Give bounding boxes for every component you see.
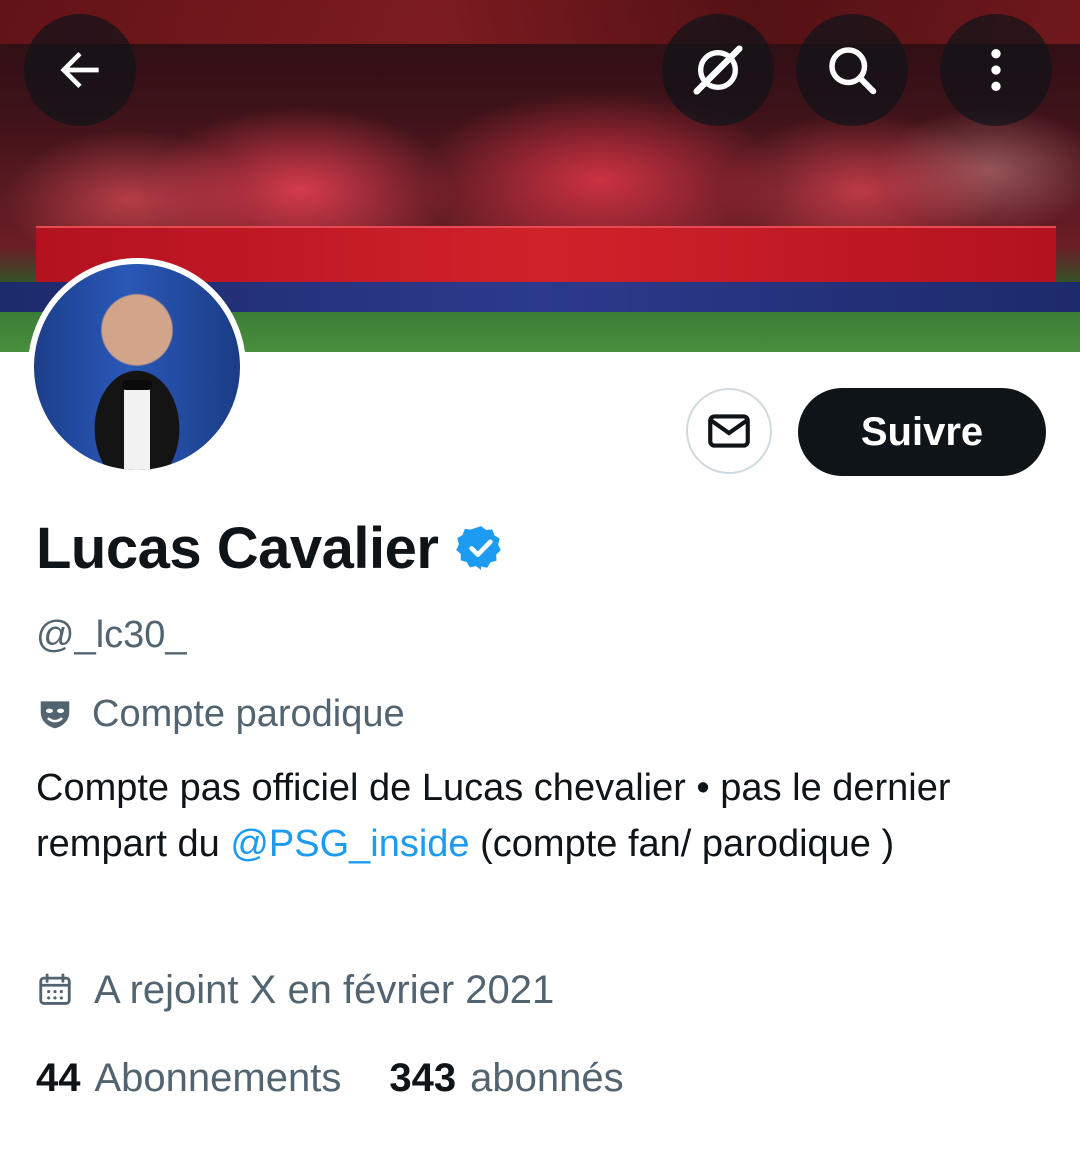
grok-icon <box>693 45 743 95</box>
followers-link[interactable]: 343 abonnés <box>389 1056 623 1101</box>
more-button[interactable] <box>940 14 1052 126</box>
display-name: Lucas Cavalier <box>36 515 439 581</box>
banner-smoke-crowd <box>0 20 1080 250</box>
profile-handle: @_lc30_ <box>36 614 187 656</box>
mail-icon <box>708 414 750 448</box>
mask-icon <box>40 701 70 729</box>
profile-name-row: Lucas Cavalier <box>36 512 506 584</box>
calendar-icon <box>39 973 71 1005</box>
joined-date-row: A rejoint X en février 2021 <box>36 964 554 1016</box>
parody-label: Compte parodique <box>92 692 405 735</box>
following-count: 44 <box>36 1055 81 1100</box>
search-button[interactable] <box>796 14 908 126</box>
following-label: Abonnements <box>94 1055 342 1100</box>
back-button[interactable] <box>24 14 136 126</box>
joined-date: A rejoint X en février 2021 <box>94 967 555 1012</box>
avatar-bowtie <box>122 380 152 390</box>
avatar[interactable] <box>28 258 246 476</box>
profile-stats: 44 Abonnements 343 abonnés <box>36 1050 624 1106</box>
bio-mention-link[interactable]: @PSG_inside <box>230 823 469 865</box>
avatar-shirt <box>124 382 150 470</box>
profile-bio: Compte pas officiel de Lucas chevalier •… <box>36 760 1036 872</box>
follow-button[interactable]: Suivre <box>798 388 1046 476</box>
bio-text-end: (compte fan/ parodique ) <box>469 823 895 865</box>
following-link[interactable]: 44 Abonnements <box>36 1056 341 1101</box>
search-icon <box>829 47 877 95</box>
more-vertical-icon <box>991 49 1001 91</box>
message-button[interactable] <box>686 388 772 474</box>
followers-count: 343 <box>389 1055 457 1100</box>
parody-label-row[interactable]: Compte parodique <box>36 690 405 738</box>
arrow-left-icon <box>60 52 99 88</box>
grok-button[interactable] <box>662 14 774 126</box>
verified-badge-icon[interactable] <box>456 523 506 573</box>
followers-label: abonnés <box>470 1055 624 1100</box>
